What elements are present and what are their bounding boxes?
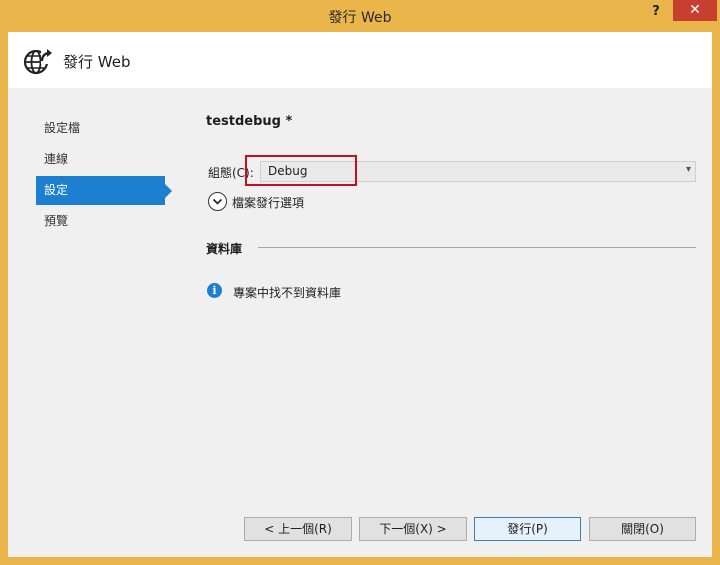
next-button[interactable]: 下一個(X) > (359, 517, 467, 541)
window-close-button[interactable]: ✕ (673, 0, 717, 21)
info-icon: i (207, 283, 222, 298)
dialog-client-area: 發行 Web 設定檔 連線 設定 預覽 testdebug * 組態(C): D… (8, 32, 712, 557)
publish-web-window: 發行 Web ? ✕ 發行 Web 設定檔 連線 設定 預覽 testdebug… (0, 0, 720, 565)
dialog-header: 發行 Web (8, 32, 712, 88)
previous-button[interactable]: < 上一個(R) (244, 517, 352, 541)
sidebar-item-profile[interactable]: 設定檔 (36, 114, 165, 143)
profile-title: testdebug * (206, 114, 293, 129)
close-button[interactable]: 關閉(O) (589, 517, 696, 541)
expand-chevron-icon[interactable] (208, 192, 227, 211)
publish-button[interactable]: 發行(P) (474, 517, 581, 541)
sidebar-item-connection[interactable]: 連線 (36, 145, 165, 174)
title-bar[interactable]: 發行 Web ? ✕ (0, 0, 720, 32)
globe-publish-icon (22, 45, 54, 77)
section-divider (258, 247, 696, 248)
highlight-annotation-box (245, 155, 357, 186)
chevron-down-icon: ▾ (685, 164, 691, 175)
database-info-text: 專案中找不到資料庫 (233, 286, 342, 300)
sidebar-item-settings[interactable]: 設定 (36, 176, 172, 205)
database-section-title: 資料庫 (206, 242, 243, 256)
file-publish-options-label[interactable]: 檔案發行選項 (232, 194, 304, 211)
help-button[interactable]: ? (644, 2, 668, 22)
wizard-sidebar: 設定檔 連線 設定 預覽 (36, 114, 176, 238)
sidebar-item-preview[interactable]: 預覽 (36, 207, 165, 236)
header-title: 發行 Web (63, 53, 131, 71)
window-title: 發行 Web (328, 10, 392, 26)
